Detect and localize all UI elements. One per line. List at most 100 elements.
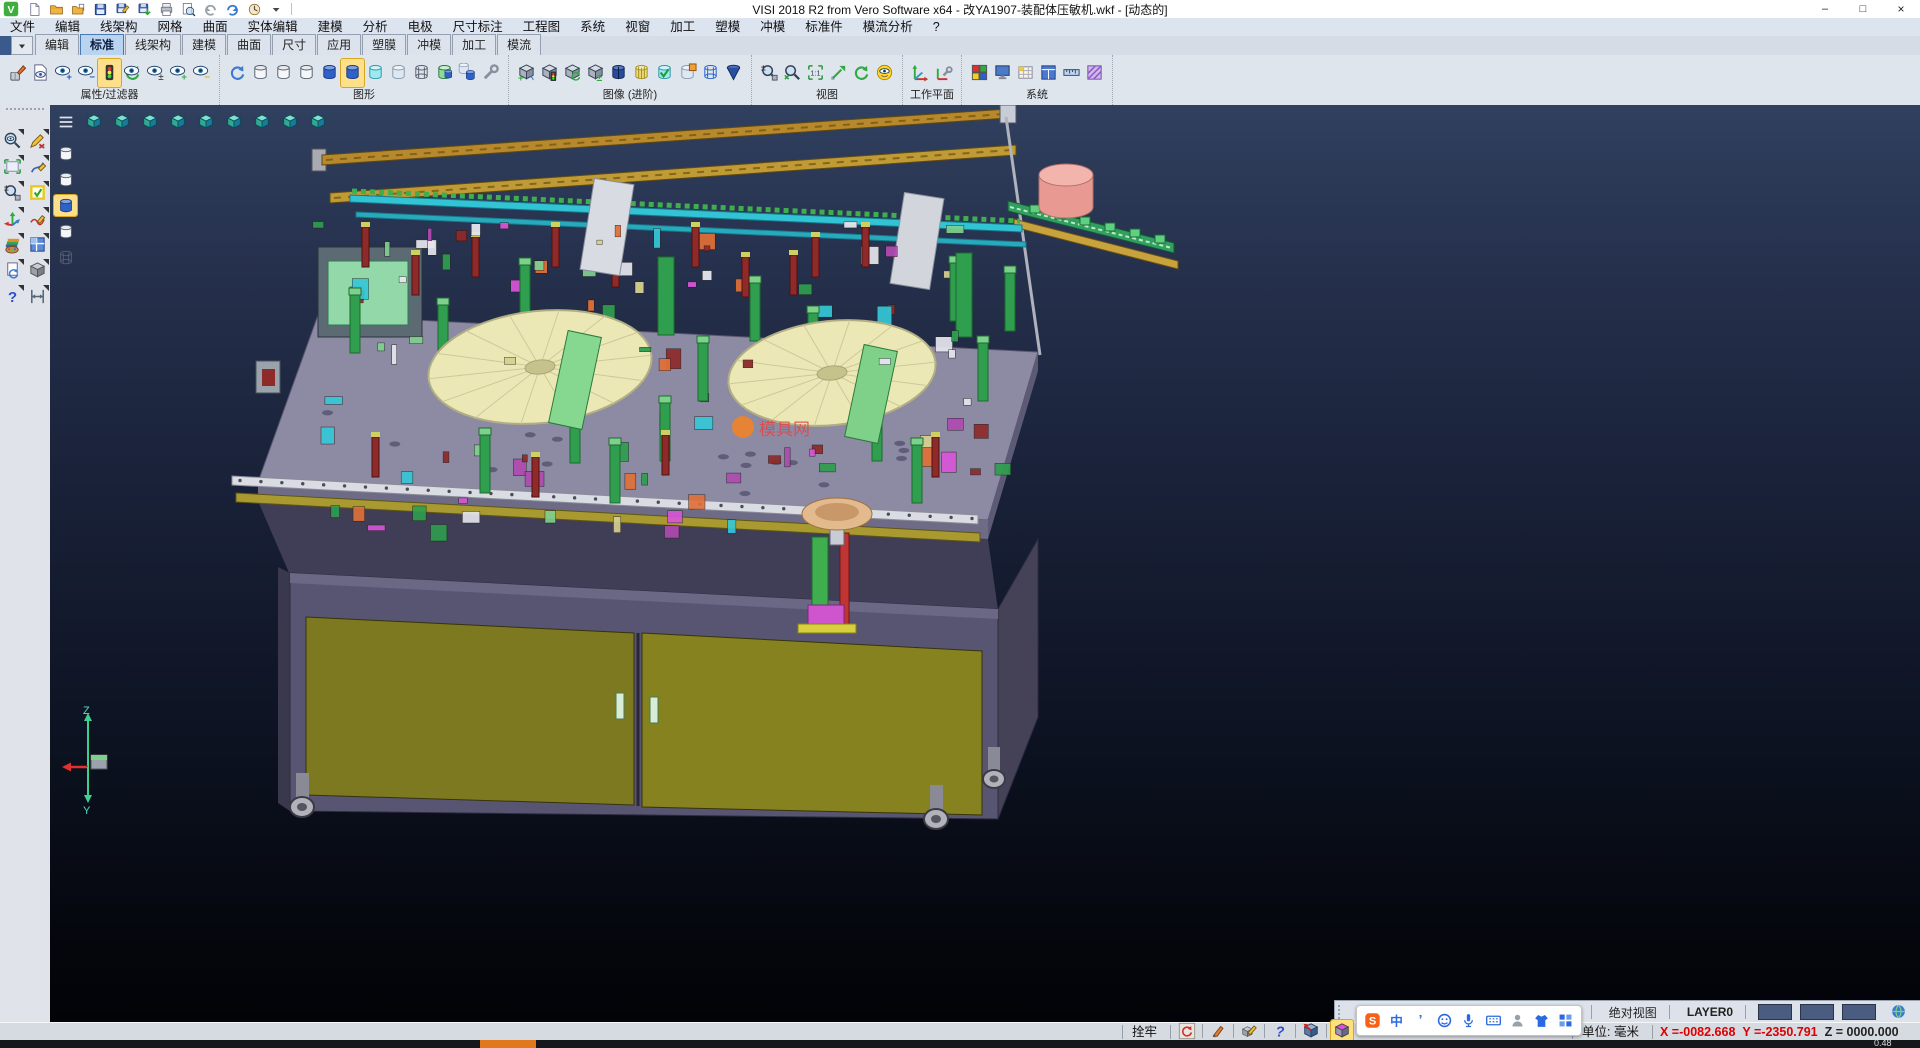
customize-caret-icon[interactable] <box>265 1 287 17</box>
edit-spline-icon[interactable] <box>27 155 49 177</box>
menu-item[interactable]: 模流分析 <box>853 18 923 36</box>
toolbar-grip[interactable] <box>6 108 44 118</box>
minimize-button[interactable]: – <box>1806 0 1844 18</box>
print-preview-icon[interactable] <box>177 1 199 17</box>
display-shaded-edges-icon[interactable] <box>54 221 77 242</box>
render-settings-icon[interactable] <box>479 59 502 87</box>
edit-box-status-icon[interactable] <box>1238 1020 1260 1042</box>
toolbar-tab[interactable]: 建模 <box>182 34 226 55</box>
advanced-refresh-icon[interactable] <box>561 59 584 87</box>
advanced-filter-icon[interactable] <box>538 59 561 87</box>
solid-wire-icon[interactable] <box>699 59 722 87</box>
menu-item[interactable]: ? <box>923 18 950 36</box>
system-display-icon[interactable] <box>991 59 1014 87</box>
view-right-icon[interactable] <box>166 111 189 132</box>
system-ruler-icon[interactable] <box>1060 59 1083 87</box>
advanced-toggle-icon[interactable]: ± <box>584 59 607 87</box>
toolbar-tab[interactable]: 尺寸 <box>272 34 316 55</box>
toolbar-tab[interactable]: 塑膜 <box>362 34 406 55</box>
undo-icon[interactable] <box>199 1 221 17</box>
solid-striped-icon[interactable] <box>630 59 653 87</box>
menu-item[interactable]: 标准件 <box>795 18 853 36</box>
selection-filter-icon[interactable] <box>2 129 24 151</box>
view-iso2-icon[interactable] <box>278 111 301 132</box>
system-report-icon[interactable] <box>1083 59 1106 87</box>
hide-remove-icon[interactable]: − <box>75 59 98 87</box>
ime-skin-icon[interactable] <box>1533 1012 1551 1030</box>
menu-item[interactable]: 系统 <box>570 18 615 36</box>
zoom-in-out-icon[interactable]: ± <box>2 181 24 203</box>
refresh-visibility-icon[interactable] <box>121 59 144 87</box>
globe-icon[interactable] <box>1890 1003 1908 1021</box>
title-bar[interactable]: V VISI 2018 R2 from Vero Software x64 - … <box>0 0 1920 19</box>
attributes-palette-icon[interactable] <box>2 233 24 255</box>
maximize-button[interactable]: □ <box>1844 0 1882 18</box>
view-iso-icon[interactable] <box>82 111 105 132</box>
ghost-view-icon[interactable] <box>295 59 318 87</box>
flat-view-icon[interactable] <box>387 59 410 87</box>
ime-emoji-icon[interactable] <box>1436 1012 1454 1030</box>
history-icon[interactable] <box>243 1 265 17</box>
ime-mode-icon[interactable]: 中 <box>1387 1012 1405 1030</box>
zoom-dynamic-icon[interactable]: ± <box>758 59 781 87</box>
help-status-icon[interactable]: ? <box>1269 1020 1291 1042</box>
view-iso3-icon[interactable] <box>306 111 329 132</box>
solid-dark-icon[interactable] <box>607 59 630 87</box>
ime-keyboard-icon[interactable] <box>1484 1012 1502 1030</box>
ime-account-icon[interactable] <box>1508 1012 1526 1030</box>
print-icon[interactable] <box>155 1 177 17</box>
view-top-icon[interactable] <box>110 111 133 132</box>
lock-label[interactable]: 拴牢 <box>1132 1023 1157 1041</box>
layer-color-swatch[interactable] <box>1800 1004 1834 1020</box>
export-icon[interactable] <box>133 1 155 17</box>
zoom-extents-icon[interactable] <box>781 59 804 87</box>
view-face-icon[interactable] <box>873 59 896 87</box>
workplane-edit-icon[interactable] <box>932 59 955 87</box>
shaded-mode-status-icon[interactable] <box>1331 1020 1353 1042</box>
toolbar-tab[interactable]: 线架构 <box>125 34 181 55</box>
toolbar-tab[interactable]: 曲面 <box>227 34 271 55</box>
help-icon[interactable]: ? <box>2 285 24 307</box>
pan-view-icon[interactable] <box>827 59 850 87</box>
wireframe-view-icon[interactable] <box>249 59 272 87</box>
taskbar-highlight[interactable] <box>480 1040 536 1048</box>
system-grid-icon[interactable] <box>1014 59 1037 87</box>
toolbar-tab[interactable]: 冲模 <box>407 34 451 55</box>
solid-flag-icon[interactable] <box>676 59 699 87</box>
units-label[interactable]: 单位: 毫米 <box>1582 1023 1639 1041</box>
menu-item[interactable]: 视窗 <box>615 18 660 36</box>
view-front-icon[interactable] <box>138 111 161 132</box>
confirm-icon[interactable] <box>27 181 49 203</box>
save-as-icon[interactable] <box>111 1 133 17</box>
shaded-edges-view-icon[interactable] <box>341 59 364 87</box>
ime-toolbox-icon[interactable] <box>1557 1012 1575 1030</box>
filter-traffic-icon[interactable] <box>98 59 121 87</box>
show-all-icon[interactable]: + <box>167 59 190 87</box>
layer-color-swatch[interactable] <box>1758 1004 1792 1020</box>
strip-grip[interactable] <box>1338 1005 1344 1019</box>
redo-icon[interactable] <box>221 1 243 17</box>
view-bottom-icon[interactable] <box>250 111 273 132</box>
transparent-view-icon[interactable] <box>364 59 387 87</box>
advanced-add-icon[interactable]: + <box>515 59 538 87</box>
view-back-icon[interactable] <box>222 111 245 132</box>
sogou-logo-icon[interactable]: S <box>1363 1012 1381 1030</box>
cone-display-icon[interactable] <box>722 59 745 87</box>
window-layout-icon[interactable] <box>27 233 49 255</box>
toolbar-tab[interactable]: 模流 <box>497 34 541 55</box>
menu-item[interactable]: 加工 <box>660 18 705 36</box>
display-hidden-icon[interactable] <box>54 169 77 190</box>
workplane-icon[interactable] <box>909 59 932 87</box>
open-file-icon[interactable] <box>45 1 67 17</box>
toolbar-tab[interactable]: 标准 <box>80 34 124 55</box>
attribute-paint-icon[interactable] <box>6 59 29 87</box>
solid-copy-icon[interactable] <box>456 59 479 87</box>
menu-item[interactable]: 冲模 <box>750 18 795 36</box>
toolbar-tab[interactable]: 加工 <box>452 34 496 55</box>
open-recent-icon[interactable] <box>67 1 89 17</box>
rotate-view-icon[interactable] <box>850 59 873 87</box>
close-button[interactable]: × <box>1882 0 1920 18</box>
system-colors-icon[interactable] <box>968 59 991 87</box>
absolute-view-label[interactable]: 绝对视图 <box>1609 1004 1657 1021</box>
active-layer-label[interactable]: LAYER0 <box>1687 1005 1733 1019</box>
